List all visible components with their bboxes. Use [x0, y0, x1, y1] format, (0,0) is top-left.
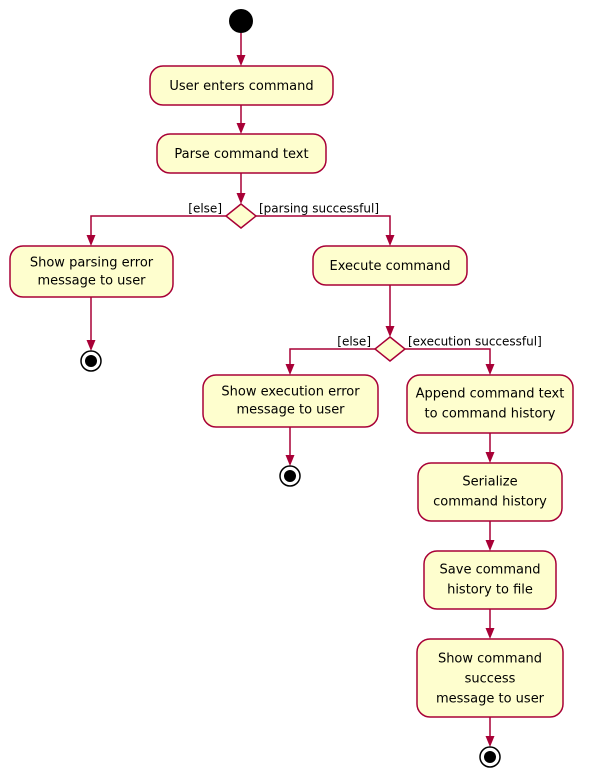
decision-execution[interactable]: [else] [execution successful] [337, 335, 542, 362]
decision-diamond[interactable] [224, 203, 258, 229]
edge-append-to-serialize [485, 433, 495, 463]
edge-execution-success-to-append [405, 348, 495, 375]
activity-box[interactable] [406, 374, 574, 434]
activity-execute-command[interactable]: Execute command [312, 245, 468, 286]
activity-box[interactable] [9, 245, 174, 298]
guard-label-else: [else] [188, 202, 222, 216]
initial-node [229, 9, 253, 33]
activity-label-line-2: history to file [447, 583, 533, 598]
edge-show-success-to-end [485, 717, 495, 747]
edge-user-enters-to-parse [236, 105, 246, 134]
activity-label-line-2: command history [433, 495, 547, 510]
activity-box[interactable] [423, 550, 557, 610]
activity-box[interactable] [417, 462, 563, 522]
edge-execution-else-to-show-execution-error [285, 348, 375, 375]
activity-label-line-2: success [465, 672, 516, 687]
activity-diagram-canvas: User enters command Parse command text [… [9, 9, 574, 768]
activity-label-line-1: Execute command [329, 259, 450, 274]
guard-label-else: [else] [337, 335, 371, 349]
activity-label-line-2: message to user [236, 403, 345, 418]
edge-parsing-success-to-execute-command [256, 215, 395, 246]
guard-label-parsing-successful: [parsing successful] [259, 202, 379, 216]
activity-label-line-3: message to user [436, 692, 545, 707]
edge-start-to-user-enters-command [236, 33, 246, 66]
activity-label-line-1: Show execution error [221, 385, 360, 400]
decision-diamond[interactable] [373, 336, 407, 362]
activity-user-enters-command[interactable]: User enters command [149, 65, 334, 106]
end-node-success [479, 746, 501, 768]
edge-parsing-else-to-show-parsing-error [86, 215, 226, 246]
activity-label-line-1: Append command text [416, 387, 565, 402]
activity-save-command-history[interactable]: Save command history to file [423, 550, 557, 610]
activity-label-line-1: Parse command text [174, 147, 308, 162]
edge-show-parsing-error-to-end [86, 297, 96, 351]
activity-label-line-1: Serialize [462, 475, 517, 490]
activity-show-parsing-error[interactable]: Show parsing error message to user [9, 245, 174, 298]
decision-parsing[interactable]: [else] [parsing successful] [188, 202, 379, 229]
edge-serialize-to-save [485, 521, 495, 551]
end-node-parsing-error [80, 350, 102, 372]
activity-label-line-1: Show command [438, 652, 542, 667]
activity-parse-command-text[interactable]: Parse command text [156, 133, 327, 174]
activity-label-line-1: Show parsing error [30, 256, 154, 271]
activity-label-line-2: message to user [37, 274, 146, 289]
guard-label-execution-successful: [execution successful] [408, 335, 542, 349]
activity-show-execution-error[interactable]: Show execution error message to user [202, 374, 379, 428]
activity-label-line-2: to command history [425, 407, 556, 422]
edge-save-to-show-success [485, 609, 495, 639]
activity-serialize-command-history[interactable]: Serialize command history [417, 462, 563, 522]
edge-parse-to-parsing-decision [236, 173, 246, 204]
activity-show-command-success[interactable]: Show command success message to user [416, 638, 564, 718]
activity-label-line-1: User enters command [169, 79, 313, 94]
end-node-execution-error [279, 465, 301, 487]
edge-execute-to-execution-decision [385, 285, 395, 337]
activity-box[interactable] [202, 374, 379, 428]
activity-append-command-text[interactable]: Append command text to command history [406, 374, 574, 434]
edge-show-execution-error-to-end [285, 427, 295, 466]
activity-label-line-1: Save command [440, 563, 541, 578]
